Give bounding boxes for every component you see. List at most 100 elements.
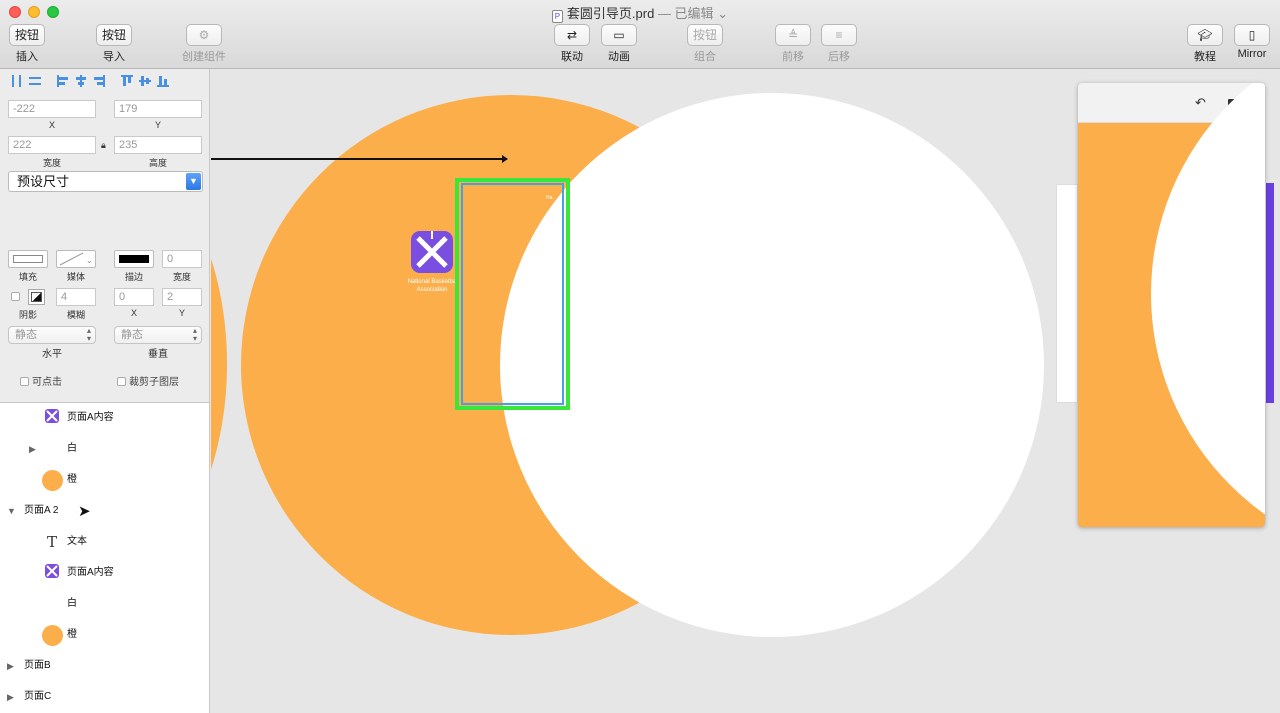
align-bottom-icon[interactable]	[156, 74, 170, 88]
layer-name: 文本	[67, 536, 87, 547]
disclosure-triangle-icon[interactable]: ▶	[29, 437, 36, 461]
stroke-width-field[interactable]: 0	[162, 250, 202, 268]
insert-tool[interactable]: 按钮 插入	[9, 24, 46, 64]
orange-circle-icon	[42, 625, 63, 646]
distribute-horizontal-icon[interactable]	[10, 74, 24, 88]
layer-item[interactable]: ▶ 白	[0, 437, 209, 461]
stroke-swatch[interactable]	[114, 250, 154, 268]
offscreen-white-frame[interactable]	[1056, 184, 1078, 403]
vertical-constraint-select[interactable]: 静态 ▴ ▾	[114, 326, 202, 344]
white-circle[interactable]	[500, 93, 1044, 637]
clickable-checkbox[interactable]: 可点击	[20, 373, 62, 388]
layer-name: 页面A 2	[24, 505, 59, 516]
backward-button[interactable]: ≡	[821, 24, 857, 46]
backward-tool[interactable]: ≡ 后移	[821, 24, 857, 64]
layer-item[interactable]: 橙	[0, 468, 209, 492]
shadow-checkbox[interactable]	[11, 292, 20, 301]
align-middle-v-icon[interactable]	[138, 74, 152, 88]
blur-field[interactable]: 4	[56, 288, 96, 306]
create-component-tool[interactable]: ⚙ 创建组件	[182, 24, 226, 64]
align-toolbar	[10, 73, 202, 89]
mirror-button[interactable]: ▯	[1234, 24, 1270, 46]
horizontal-constraint-select[interactable]: 静态 ▴ ▾	[8, 326, 96, 344]
up-down-chevron-icon: ▴ ▾	[192, 326, 197, 343]
undo-icon[interactable]: ↶	[1195, 95, 1206, 111]
document-icon: P	[551, 10, 563, 23]
layer-name: 橙	[67, 474, 77, 485]
logo-caption-line1: National Basketba	[407, 279, 457, 285]
logo-caption-line2: Association	[416, 287, 448, 293]
tutorial-button[interactable]: 🎓︎	[1187, 24, 1223, 46]
disclosure-triangle-icon[interactable]: ▶	[7, 685, 14, 709]
create-component-button[interactable]: ⚙	[186, 24, 222, 46]
import-label: 导入	[103, 51, 125, 63]
chevron-down-icon[interactable]: ⌄	[717, 6, 728, 21]
horizontal-constraint-value: 静态	[15, 329, 37, 341]
stroke-width-label: 宽度	[172, 272, 191, 282]
layer-item[interactable]: 白	[0, 592, 209, 616]
link-tool[interactable]: ⇄ 联动	[554, 24, 590, 64]
tutorial-tool[interactable]: 🎓︎ 教程	[1187, 24, 1223, 64]
layer-item[interactable]: T 文本	[0, 530, 209, 554]
shadow-x-field[interactable]: 0	[114, 288, 154, 306]
shadow-y-field[interactable]: 2	[162, 288, 202, 306]
inspector-panel: -222 X 179 Y 222 宽度 🔒︎ 235 高度 预设尺寸 ▼ 填充 …	[0, 69, 210, 402]
disclosure-triangle-icon[interactable]: ▶	[7, 654, 14, 678]
x-field[interactable]: -222	[8, 100, 96, 118]
selection-bounds[interactable]	[461, 183, 564, 405]
media-label: 媒体	[66, 272, 85, 282]
media-swatch[interactable]: ⌄	[56, 250, 96, 268]
mirror-preview[interactable]: ↶ Skip	[1078, 83, 1265, 527]
clip-children-checkbox[interactable]: 裁剪子图层	[117, 373, 179, 388]
animation-icon: ▭	[613, 28, 625, 42]
width-field[interactable]: 222	[8, 136, 96, 154]
shadow-color-swatch[interactable]	[28, 289, 45, 305]
layer-item[interactable]: 页面A内容	[0, 406, 209, 430]
text-layer-icon: T	[47, 533, 58, 551]
disclosure-triangle-expanded-icon[interactable]: ▼	[7, 499, 16, 523]
layer-item[interactable]: 橙	[0, 623, 209, 647]
animate-tool[interactable]: ▭ 动画	[601, 24, 637, 64]
align-right-icon[interactable]	[92, 74, 106, 88]
image-layer-icon	[45, 564, 59, 578]
link-arrows-icon: ⇄	[566, 28, 578, 42]
forward-tool[interactable]: ≜ 前移	[775, 24, 811, 64]
distribute-vertical-icon[interactable]	[28, 74, 42, 88]
y-field[interactable]: 179	[114, 100, 202, 118]
group-tool[interactable]: 按钮 组合	[687, 24, 724, 64]
partial-orange-circle[interactable]	[211, 144, 227, 584]
fill-swatch[interactable]	[8, 250, 48, 268]
align-center-h-icon[interactable]	[74, 74, 88, 88]
layer-item[interactable]: ▼ 页面A 2 ➤	[0, 499, 209, 523]
import-tool[interactable]: 按钮 导入	[96, 24, 133, 64]
document-title[interactable]: P 套圆引导页.prd — 已编辑 ⌄	[0, 3, 1280, 23]
mirror-tool[interactable]: ▯ Mirror	[1234, 24, 1270, 60]
link-button[interactable]: ⇄	[554, 24, 590, 46]
forward-button[interactable]: ≜	[775, 24, 811, 46]
title-toolbar: P 套圆引导页.prd — 已编辑 ⌄ 按钮 插入 按钮 导入 ⚙ 创建组件 ⇄ …	[0, 0, 1280, 69]
app-logo-icon	[416, 231, 448, 268]
preset-size-select[interactable]: 预设尺寸 ▼	[8, 171, 203, 192]
layer-item[interactable]: ▶ 页面B	[0, 654, 209, 678]
offscreen-purple-frame[interactable]	[1266, 183, 1274, 403]
import-button[interactable]: 按钮	[96, 24, 133, 46]
insert-button[interactable]: 按钮	[9, 24, 46, 46]
clip-children-label: 裁剪子图层	[129, 377, 179, 388]
layer-item[interactable]: 页面A内容	[0, 561, 209, 585]
layer-name: 白	[67, 443, 77, 454]
app-logo[interactable]	[411, 231, 453, 273]
stroke-label: 描边	[124, 272, 143, 282]
height-label: 高度	[148, 158, 167, 168]
animate-label: 动画	[608, 51, 630, 63]
group-button[interactable]: 按钮	[687, 24, 724, 46]
lock-icon[interactable]: 🔒︎	[101, 140, 106, 151]
align-top-icon[interactable]	[120, 74, 134, 88]
layer-item[interactable]: ▶ 页面C	[0, 685, 209, 709]
align-left-icon[interactable]	[56, 74, 70, 88]
shadow-label: 阴影	[18, 310, 37, 320]
animate-button[interactable]: ▭	[601, 24, 637, 46]
gears-icon: ⚙	[198, 28, 210, 42]
skip-link[interactable]: Skip	[1232, 148, 1248, 157]
shadow-x-label: X	[130, 308, 137, 318]
height-field[interactable]: 235	[114, 136, 202, 154]
